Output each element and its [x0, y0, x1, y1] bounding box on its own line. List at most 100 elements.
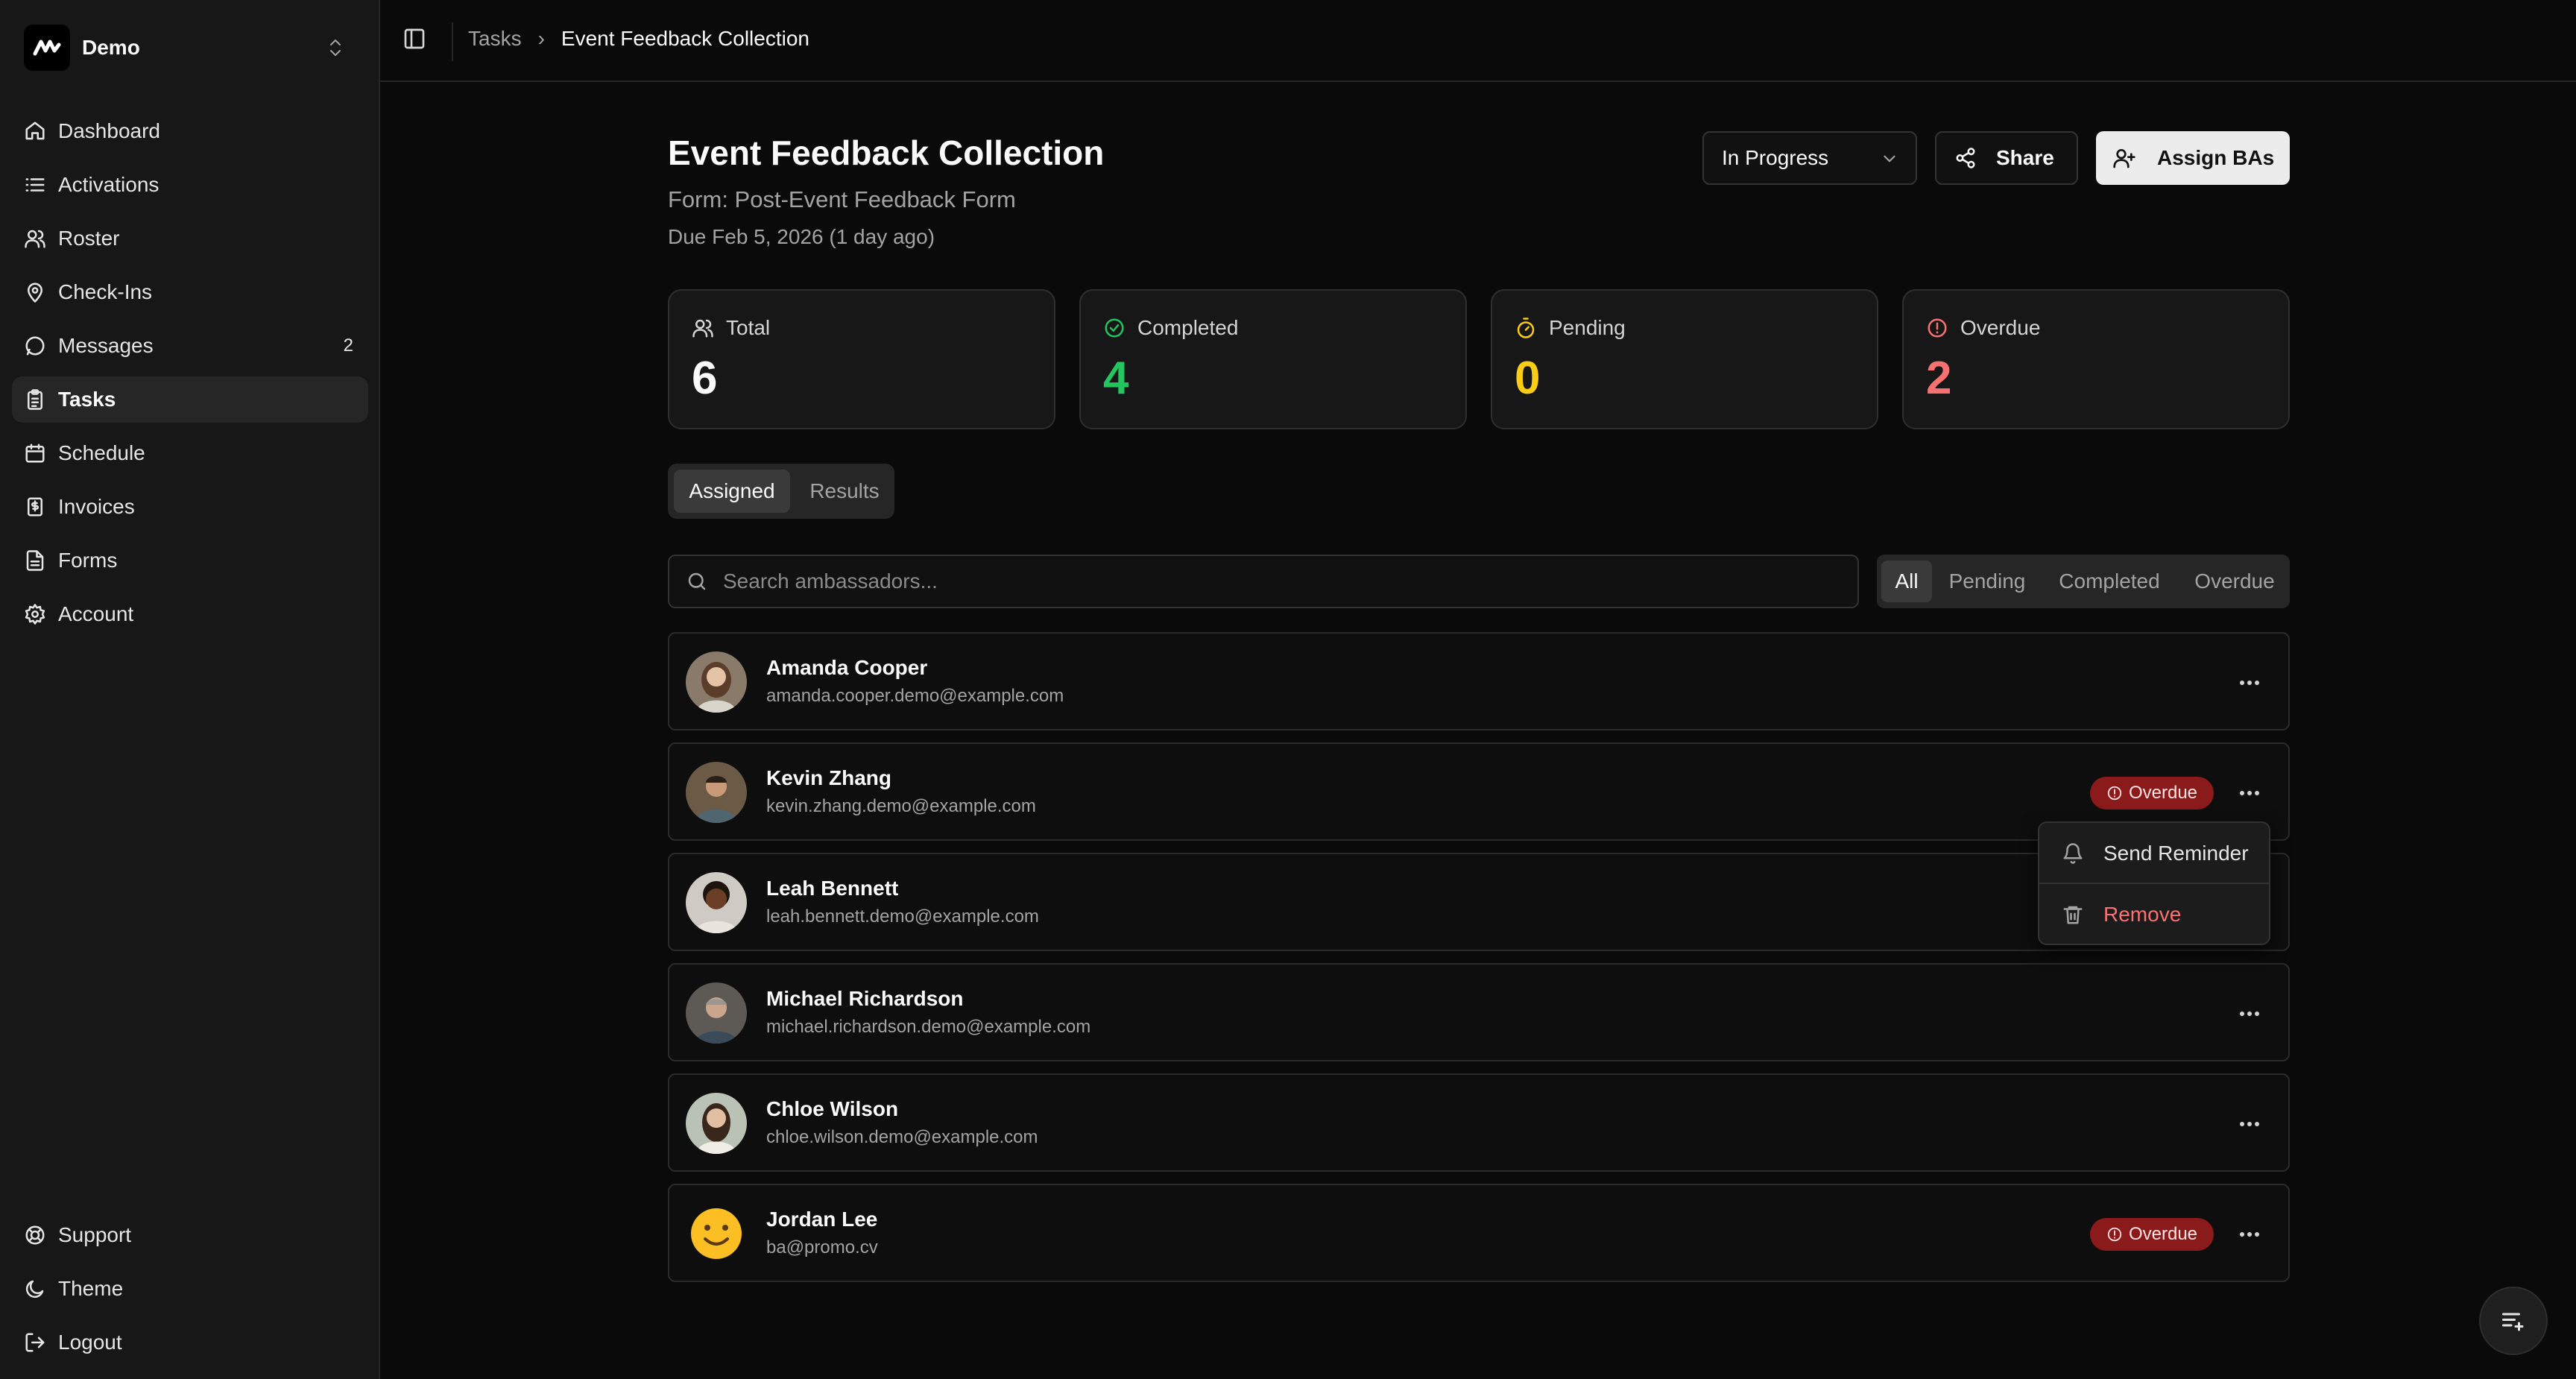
- breadcrumb-tasks-link[interactable]: Tasks: [468, 27, 522, 51]
- list-icon: [25, 178, 45, 192]
- ambassador-row[interactable]: Michael Richardson michael.richardson.de…: [668, 963, 2290, 1061]
- stat-card-overdue: Overdue 2: [1902, 289, 2290, 429]
- more-options-button[interactable]: [2235, 1219, 2264, 1249]
- log-out-icon: [25, 1333, 45, 1352]
- share-button[interactable]: Share: [1935, 131, 2078, 185]
- nav-label: Dashboard: [58, 119, 160, 142]
- nav-item-messages[interactable]: Messages 2: [12, 323, 368, 369]
- tab-assigned[interactable]: Assigned: [674, 470, 790, 513]
- page-title: Event Feedback Collection: [668, 133, 1105, 172]
- users-icon: [692, 319, 713, 338]
- trash-icon: [2063, 906, 2083, 924]
- ambassador-name: Kevin Zhang: [766, 766, 892, 789]
- nav-label: Messages: [58, 334, 154, 357]
- share-label: Share: [1996, 146, 2054, 169]
- sidebar-toggle-icon[interactable]: [402, 27, 426, 51]
- avatar-photo: [686, 651, 747, 713]
- ambassador-name: Chloe Wilson: [766, 1097, 899, 1120]
- nav-label: Check-Ins: [58, 280, 153, 303]
- nav-label: Theme: [58, 1277, 124, 1300]
- avatar: [686, 762, 747, 823]
- nav-item-theme[interactable]: Theme: [12, 1266, 368, 1312]
- assign-label: Assign BAs: [2157, 146, 2275, 169]
- status-filter-group: All Pending Completed Overdue: [1877, 555, 2290, 608]
- search-input[interactable]: [722, 569, 1768, 594]
- nav-label: Roster: [58, 227, 120, 250]
- calendar-icon: [25, 444, 45, 463]
- nav-item-schedule[interactable]: Schedule: [12, 430, 368, 476]
- receipt-icon: [28, 497, 42, 517]
- nav-item-check-ins[interactable]: Check-Ins: [12, 269, 368, 315]
- avatar-photo: [686, 1093, 747, 1154]
- filter-all[interactable]: All: [1881, 561, 1932, 602]
- assign-bas-button[interactable]: Assign BAs: [2096, 131, 2290, 185]
- ambassador-email: michael.richardson.demo@example.com: [766, 1017, 1091, 1037]
- nav-label: Tasks: [58, 388, 116, 411]
- nav-label: Account: [58, 602, 134, 625]
- page-subtitle: Form: Post-Event Feedback Form: [668, 186, 1016, 212]
- breadcrumb: Tasks › Event Feedback Collection: [468, 27, 809, 51]
- ambassador-row[interactable]: Jordan Lee ba@promo.cv Overdue: [668, 1184, 2290, 1282]
- check-circle-icon: [1105, 318, 1124, 338]
- status-badge-overdue: Overdue: [2090, 1218, 2214, 1251]
- tab-results[interactable]: Results: [801, 470, 888, 513]
- topbar-divider: [452, 22, 453, 61]
- users-icon: [25, 230, 45, 248]
- view-tabs: Assigned Results: [668, 464, 894, 519]
- row-actions-menu: Send Reminder Remove: [2038, 821, 2270, 945]
- clipboard-list-icon: [28, 389, 42, 410]
- gear-icon: [25, 604, 45, 625]
- workspace-logo: [24, 25, 70, 71]
- more-options-button[interactable]: [2235, 1109, 2264, 1139]
- due-date: Due Feb 5, 2026 (1 day ago): [668, 225, 935, 248]
- nav-item-roster[interactable]: Roster: [12, 215, 368, 262]
- ellipsis-icon: [2240, 1012, 2259, 1016]
- nav-item-support[interactable]: Support: [12, 1212, 368, 1258]
- menu-label: Send Reminder: [2103, 842, 2249, 865]
- avatar: [686, 1203, 747, 1264]
- filter-completed[interactable]: Completed: [2042, 561, 2176, 602]
- floating-action-button[interactable]: [2479, 1287, 2548, 1355]
- workspace-switcher[interactable]: Demo: [12, 18, 359, 78]
- nav-item-invoices[interactable]: Invoices: [12, 484, 368, 530]
- nav-item-account[interactable]: Account: [12, 591, 368, 637]
- share-icon: [1956, 148, 1975, 168]
- avatar: [686, 1093, 747, 1154]
- nav-item-activations[interactable]: Activations: [12, 162, 368, 208]
- topbar: Tasks › Event Feedback Collection: [380, 0, 2576, 82]
- nav-item-tasks[interactable]: Tasks: [12, 376, 368, 423]
- nav-item-forms[interactable]: Forms: [12, 537, 368, 584]
- filter-overdue[interactable]: Overdue: [2184, 561, 2285, 602]
- status-value: In Progress: [1722, 146, 1829, 169]
- ambassador-name: Leah Bennett: [766, 877, 899, 900]
- menu-item-send-reminder[interactable]: Send Reminder: [2045, 827, 2263, 880]
- more-options-button[interactable]: [2235, 668, 2264, 698]
- avatar-photo: [686, 982, 747, 1044]
- ambassador-row[interactable]: Chloe Wilson chloe.wilson.demo@example.c…: [668, 1073, 2290, 1172]
- nav-label: Logout: [58, 1331, 122, 1354]
- moon-icon: [25, 1280, 44, 1298]
- menu-separator: [2039, 883, 2269, 884]
- message-circle-icon: [25, 336, 45, 356]
- ambassador-email: amanda.cooper.demo@example.com: [766, 686, 1064, 706]
- more-options-button[interactable]: [2235, 999, 2264, 1029]
- search-icon: [688, 572, 706, 590]
- status-select[interactable]: In Progress: [1702, 131, 1917, 185]
- ambassador-email: ba@promo.cv: [766, 1237, 878, 1257]
- nav-label: Support: [58, 1223, 132, 1246]
- ambassador-row[interactable]: Amanda Cooper amanda.cooper.demo@example…: [668, 632, 2290, 730]
- ambassador-name: Jordan Lee: [766, 1208, 878, 1231]
- filter-pending[interactable]: Pending: [1939, 561, 2035, 602]
- stat-card-pending: Pending 0: [1491, 289, 1878, 429]
- ambassador-email: leah.bennett.demo@example.com: [766, 906, 1039, 927]
- nav-item-dashboard[interactable]: Dashboard: [12, 108, 368, 154]
- home-icon: [25, 122, 45, 140]
- menu-item-remove[interactable]: Remove: [2045, 889, 2263, 941]
- more-options-button[interactable]: [2235, 778, 2264, 808]
- alert-circle-icon: [2107, 1227, 2122, 1242]
- messages-count-badge: 2: [343, 335, 353, 356]
- nav-item-logout[interactable]: Logout: [12, 1319, 368, 1366]
- alert-circle-icon: [1928, 318, 1947, 338]
- file-text-icon: [26, 550, 44, 571]
- status-badge-overdue: Overdue: [2090, 777, 2214, 810]
